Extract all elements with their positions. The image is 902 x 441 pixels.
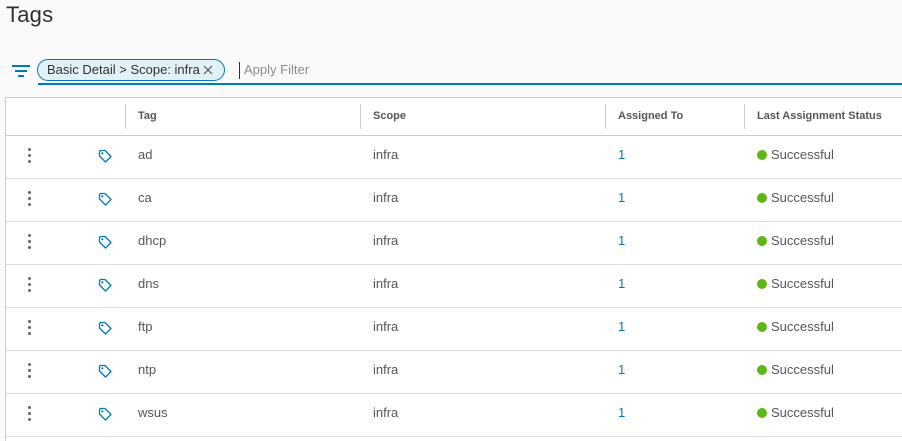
tag-cell: dhcp	[138, 233, 167, 248]
success-status-icon	[757, 365, 767, 375]
table-row[interactable]: dns infra 1 Successful	[6, 265, 902, 308]
table-row[interactable]: wsus infra 1 Successful	[6, 394, 902, 437]
status-cell: Successful	[745, 308, 834, 350]
assigned-to-link[interactable]: 1	[606, 308, 625, 350]
scope-cell: infra	[373, 147, 399, 162]
tag-icon	[98, 149, 112, 163]
tag-icon	[98, 407, 112, 421]
status-text: Successful	[771, 276, 834, 291]
success-status-icon	[757, 279, 767, 289]
status-text: Successful	[771, 233, 834, 248]
filter-chip-scope[interactable]: Basic Detail > Scope: infra	[37, 59, 225, 81]
success-status-icon	[757, 193, 767, 203]
success-status-icon	[757, 322, 767, 332]
filter-underline	[38, 83, 902, 85]
scope-cell: infra	[373, 233, 399, 248]
scope-cell: infra	[373, 190, 399, 205]
tag-cell: ntp	[138, 362, 157, 377]
success-status-icon	[757, 408, 767, 418]
column-header-assigned-to[interactable]: Assigned To	[606, 98, 683, 135]
status-cell: Successful	[745, 179, 834, 221]
tag-cell: ad	[138, 147, 153, 162]
status-cell: Successful	[745, 136, 834, 178]
kebab-icon[interactable]	[24, 318, 34, 336]
apply-filter-input[interactable]	[242, 58, 846, 80]
close-icon[interactable]	[203, 65, 213, 75]
filter-bar: Basic Detail > Scope: infra	[8, 56, 902, 86]
table-row[interactable]: ca infra 1 Successful	[6, 179, 902, 222]
table-row[interactable]: ntp infra 1 Successful	[6, 351, 902, 394]
tag-cell: dns	[138, 276, 159, 291]
tag-icon	[98, 235, 112, 249]
scope-cell: infra	[373, 362, 399, 377]
assigned-to-link[interactable]: 1	[606, 351, 625, 393]
status-cell: Successful	[745, 265, 834, 307]
kebab-icon[interactable]	[24, 146, 34, 164]
table-header: Tag Scope Assigned To Last Assignment St…	[6, 98, 902, 136]
assigned-to-link[interactable]: 1	[606, 136, 625, 178]
column-header-tag[interactable]: Tag	[126, 98, 157, 135]
kebab-icon[interactable]	[24, 232, 34, 250]
scope-cell: infra	[373, 405, 399, 420]
column-header-last-assignment-status[interactable]: Last Assignment Status	[745, 98, 882, 135]
assigned-to-link[interactable]: 1	[606, 222, 625, 264]
tag-cell: wsus	[138, 405, 168, 420]
table-row[interactable]: ftp infra 1 Successful	[6, 308, 902, 351]
kebab-icon[interactable]	[24, 275, 34, 293]
assigned-to-link[interactable]: 1	[606, 179, 625, 221]
text-caret	[239, 62, 240, 79]
table-body: ad infra 1 Successful ca infra 1 Success…	[6, 136, 902, 437]
page-title: Tags	[6, 2, 54, 27]
filter-icon[interactable]	[12, 64, 30, 78]
filter-chip-label: Basic Detail > Scope: infra	[47, 62, 200, 77]
tag-icon	[98, 364, 112, 378]
status-text: Successful	[771, 147, 834, 162]
tag-icon	[98, 321, 112, 335]
success-status-icon	[757, 150, 767, 160]
tag-cell: ca	[138, 190, 152, 205]
status-text: Successful	[771, 319, 834, 334]
status-text: Successful	[771, 362, 834, 377]
table-row[interactable]: ad infra 1 Successful	[6, 136, 902, 179]
status-text: Successful	[771, 405, 834, 420]
tag-icon	[98, 192, 112, 206]
scope-cell: infra	[373, 319, 399, 334]
status-cell: Successful	[745, 351, 834, 393]
table-row[interactable]: dhcp infra 1 Successful	[6, 222, 902, 265]
scope-cell: infra	[373, 276, 399, 291]
assigned-to-link[interactable]: 1	[606, 265, 625, 307]
kebab-icon[interactable]	[24, 404, 34, 422]
tags-table: Tag Scope Assigned To Last Assignment St…	[5, 97, 902, 441]
status-text: Successful	[771, 190, 834, 205]
assigned-to-link[interactable]: 1	[606, 394, 625, 436]
status-cell: Successful	[745, 222, 834, 264]
kebab-icon[interactable]	[24, 361, 34, 379]
tag-icon	[98, 278, 112, 292]
status-cell: Successful	[745, 394, 834, 436]
kebab-icon[interactable]	[24, 189, 34, 207]
tag-cell: ftp	[138, 319, 153, 334]
column-header-scope[interactable]: Scope	[361, 98, 406, 135]
success-status-icon	[757, 236, 767, 246]
